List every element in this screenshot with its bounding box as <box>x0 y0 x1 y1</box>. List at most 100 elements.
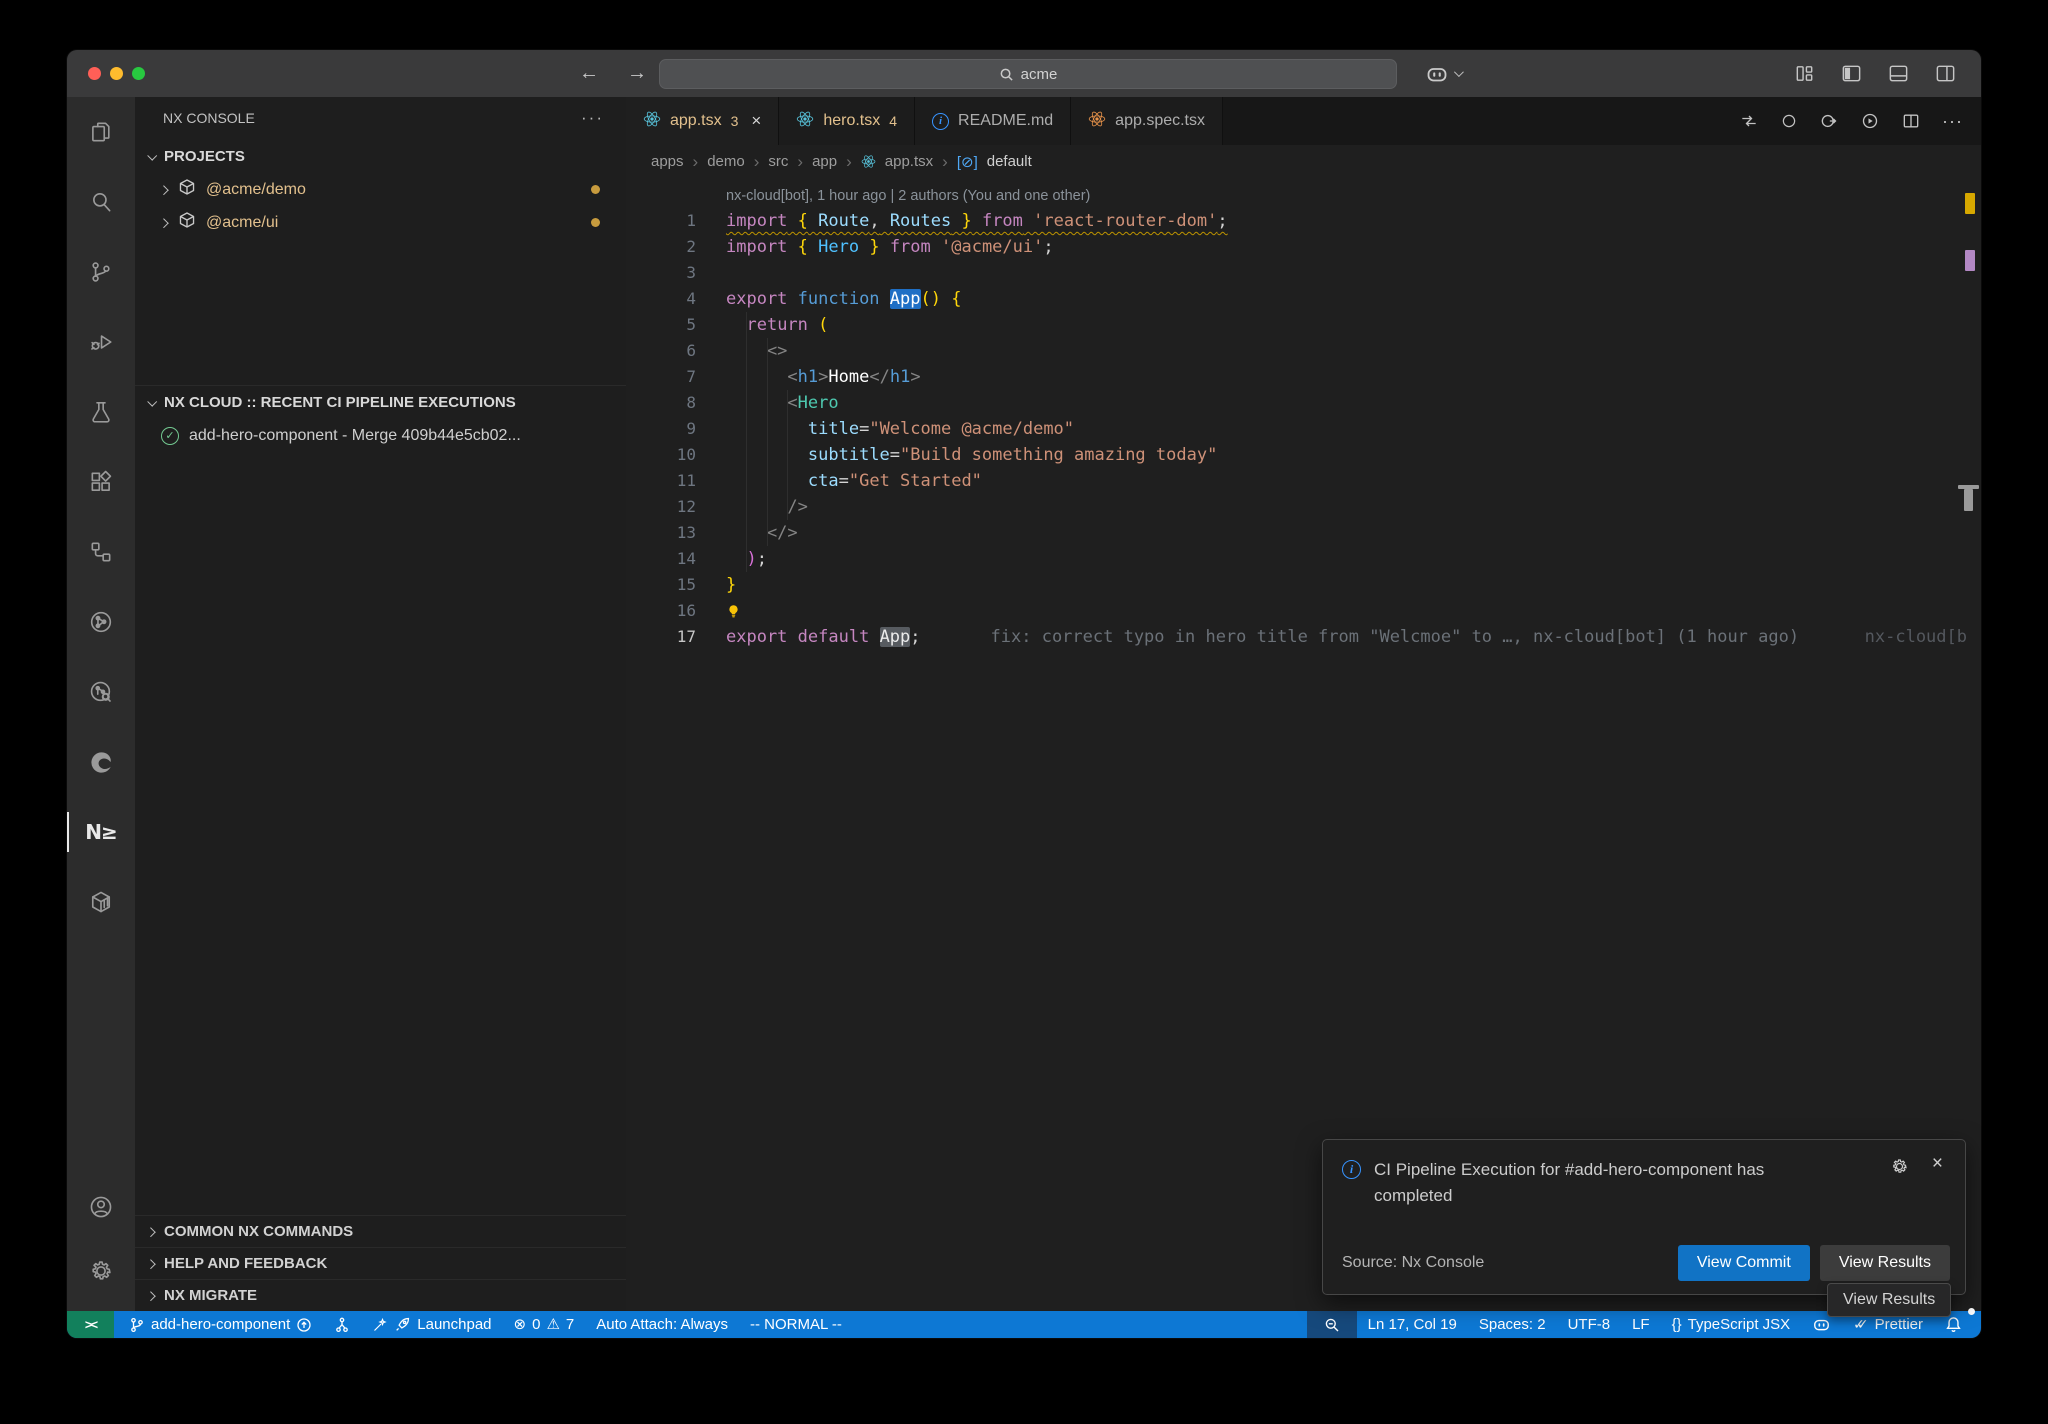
line-number[interactable]: 2 <box>626 234 696 260</box>
projects-section-header[interactable]: PROJECTS <box>135 139 626 173</box>
problems-item[interactable]: ⊗ 0 ⚠ 7 <box>503 1311 586 1338</box>
remote-indicator[interactable]: >< <box>67 1311 114 1338</box>
close-window-button[interactable] <box>88 67 101 80</box>
cursor-position-item[interactable]: Ln 17, Col 19 <box>1357 1311 1468 1338</box>
code-line-13[interactable]: 13 </> <box>626 520 1981 546</box>
more-actions-icon[interactable]: ··· <box>1942 111 1963 132</box>
project-item[interactable]: @acme/ui <box>135 206 626 239</box>
toggle-panel-icon[interactable] <box>1887 62 1910 85</box>
line-number[interactable]: 1 <box>626 208 696 234</box>
line-number[interactable]: 16 <box>626 598 696 624</box>
forward-arrow-icon[interactable]: → <box>627 62 647 85</box>
code-line-6[interactable]: 6 <> <box>626 338 1981 364</box>
command-center-search[interactable]: acme <box>659 59 1397 89</box>
settings-icon[interactable] <box>67 1239 135 1303</box>
launchpad-item[interactable]: Launchpad <box>361 1311 502 1338</box>
line-number[interactable]: 10 <box>626 442 696 468</box>
copilot-menu[interactable] <box>1425 50 1461 97</box>
back-arrow-icon[interactable]: ← <box>579 62 599 85</box>
more-actions-icon[interactable]: ··· <box>581 108 604 128</box>
git-branch-item[interactable]: add-hero-component <box>118 1311 323 1338</box>
line-number[interactable]: 8 <box>626 390 696 416</box>
line-number[interactable]: 6 <box>626 338 696 364</box>
line-number[interactable]: 14 <box>626 546 696 572</box>
code-line-16[interactable]: 16 <box>626 598 1981 624</box>
activity-containers-icon[interactable] <box>67 867 135 937</box>
minimize-window-button[interactable] <box>110 67 123 80</box>
view-results-button[interactable]: View Results <box>1820 1245 1950 1281</box>
activity-nx-console-icon[interactable]: N≥ <box>67 797 135 867</box>
eol-item[interactable]: LF <box>1621 1311 1661 1338</box>
code-line-9[interactable]: 9 title="Welcome @acme/demo" <box>626 416 1981 442</box>
screencast-zoom-item[interactable] <box>1307 1311 1357 1338</box>
line-number[interactable]: 4 <box>626 286 696 312</box>
activity-source-control-icon[interactable] <box>67 237 135 307</box>
accounts-icon[interactable] <box>67 1175 135 1239</box>
code-line-3[interactable]: 3 <box>626 260 1981 286</box>
line-number[interactable]: 5 <box>626 312 696 338</box>
git-blame-lens[interactable]: nx-cloud[bot], 1 hour ago | 2 authors (Y… <box>626 184 1981 208</box>
code-line-7[interactable]: 7 <h1>Home</h1> <box>626 364 1981 390</box>
customize-layout-icon[interactable] <box>1793 62 1816 85</box>
gear-icon[interactable] <box>1890 1157 1909 1176</box>
project-item[interactable]: @acme/demo <box>135 173 626 206</box>
tab-app.tsx[interactable]: app.tsx3× <box>626 97 779 145</box>
language-mode-item[interactable]: {} TypeScript JSX <box>1661 1311 1802 1338</box>
code-line-11[interactable]: 11 cta="Get Started" <box>626 468 1981 494</box>
line-number[interactable]: 13 <box>626 520 696 546</box>
code-line-5[interactable]: 5 return ( <box>626 312 1981 338</box>
encoding-item[interactable]: UTF-8 <box>1557 1311 1622 1338</box>
nx-cloud-section-header[interactable]: NX CLOUD :: RECENT CI PIPELINE EXECUTION… <box>135 385 626 419</box>
close-icon[interactable]: × <box>1932 1153 1943 1175</box>
code-line-10[interactable]: 10 subtitle="Build something amazing tod… <box>626 442 1981 468</box>
line-number[interactable]: 7 <box>626 364 696 390</box>
open-changes-icon[interactable] <box>1739 111 1759 131</box>
nx-graph-item[interactable] <box>323 1311 361 1338</box>
breadcrumb-item[interactable]: apps <box>651 153 684 170</box>
run-file-icon[interactable] <box>1860 111 1880 131</box>
breadcrumb-item[interactable]: app.tsx <box>885 153 933 170</box>
section-common-nx-commands[interactable]: COMMON NX COMMANDS <box>135 1215 626 1247</box>
breadcrumb-item[interactable]: src <box>768 153 788 170</box>
breadcrumb-item[interactable]: default <box>987 153 1032 170</box>
tab-README.md[interactable]: i README.md <box>915 97 1071 145</box>
activity-testing-icon[interactable] <box>67 377 135 447</box>
zoom-window-button[interactable] <box>132 67 145 80</box>
split-editor-icon[interactable] <box>1901 111 1921 131</box>
activity-nx-hierarchy-icon[interactable] <box>67 517 135 587</box>
pipeline-execution-item[interactable]: ✓ add-hero-component - Merge 409b44e5cb0… <box>135 419 626 452</box>
breadcrumb-item[interactable]: app <box>812 153 837 170</box>
tab-hero.tsx[interactable]: hero.tsx4 <box>779 97 915 145</box>
code-line-8[interactable]: 8 <Hero <box>626 390 1981 416</box>
line-number[interactable]: 9 <box>626 416 696 442</box>
code-line-14[interactable]: 14 ); <box>626 546 1981 572</box>
activity-explorer-icon[interactable] <box>67 97 135 167</box>
vim-mode-item[interactable]: -- NORMAL -- <box>739 1311 853 1338</box>
activity-search-icon[interactable] <box>67 167 135 237</box>
code-line-4[interactable]: 4export function App() { <box>626 286 1981 312</box>
code-line-1[interactable]: 1import { Route, Routes } from 'react-ro… <box>626 208 1981 234</box>
toggle-blame-icon[interactable] <box>1780 112 1798 130</box>
close-icon[interactable]: × <box>751 111 761 131</box>
activity-edge-browser-icon[interactable] <box>67 727 135 797</box>
section-nx-migrate[interactable]: NX MIGRATE <box>135 1279 626 1311</box>
code-line-17[interactable]: 17export default App;fix: correct typo i… <box>626 624 1981 650</box>
view-commit-button[interactable]: View Commit <box>1678 1245 1810 1281</box>
run-query-icon[interactable] <box>1819 111 1839 131</box>
line-number[interactable]: 17 <box>626 624 696 650</box>
section-help-and-feedback[interactable]: HELP AND FEEDBACK <box>135 1247 626 1279</box>
toggle-sidebar-icon[interactable] <box>1840 62 1863 85</box>
line-number[interactable]: 12 <box>626 494 696 520</box>
code-line-12[interactable]: 12 /> <box>626 494 1981 520</box>
line-number[interactable]: 11 <box>626 468 696 494</box>
code-line-2[interactable]: 2import { Hero } from '@acme/ui'; <box>626 234 1981 260</box>
auto-attach-item[interactable]: Auto Attach: Always <box>585 1311 739 1338</box>
breadcrumb-item[interactable]: demo <box>707 153 745 170</box>
line-number[interactable]: 3 <box>626 260 696 286</box>
code-line-15[interactable]: 15} <box>626 572 1981 598</box>
activity-project-graph-icon[interactable] <box>67 587 135 657</box>
activity-run-debug-icon[interactable] <box>67 307 135 377</box>
activity-graph-search-icon[interactable] <box>67 657 135 727</box>
activity-extensions-icon[interactable] <box>67 447 135 517</box>
toggle-secondary-sidebar-icon[interactable] <box>1934 62 1957 85</box>
